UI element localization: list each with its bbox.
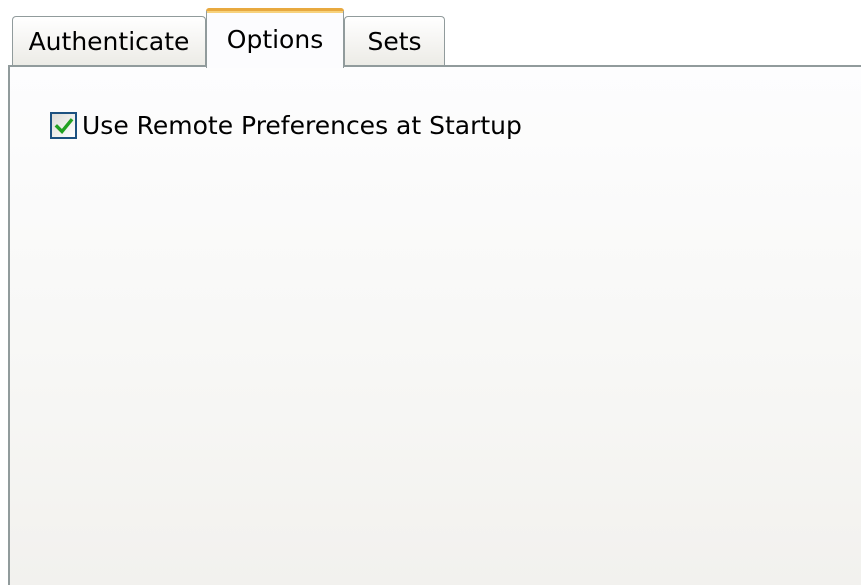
- use-remote-preferences-checkbox[interactable]: [50, 112, 77, 139]
- tab-sets[interactable]: Sets: [344, 16, 445, 66]
- use-remote-preferences-label: Use Remote Preferences at Startup: [82, 111, 522, 140]
- tab-options-label: Options: [226, 25, 324, 54]
- tab-authenticate[interactable]: Authenticate: [12, 16, 206, 66]
- tab-options[interactable]: Options: [206, 8, 344, 68]
- use-remote-preferences-option[interactable]: Use Remote Preferences at Startup: [50, 111, 522, 140]
- tab-strip: Authenticate Options Sets: [0, 0, 861, 68]
- options-panel: Use Remote Preferences at Startup: [8, 65, 861, 585]
- tab-authenticate-label: Authenticate: [28, 27, 190, 56]
- tab-sets-label: Sets: [367, 27, 422, 56]
- checkmark-icon: [54, 117, 73, 134]
